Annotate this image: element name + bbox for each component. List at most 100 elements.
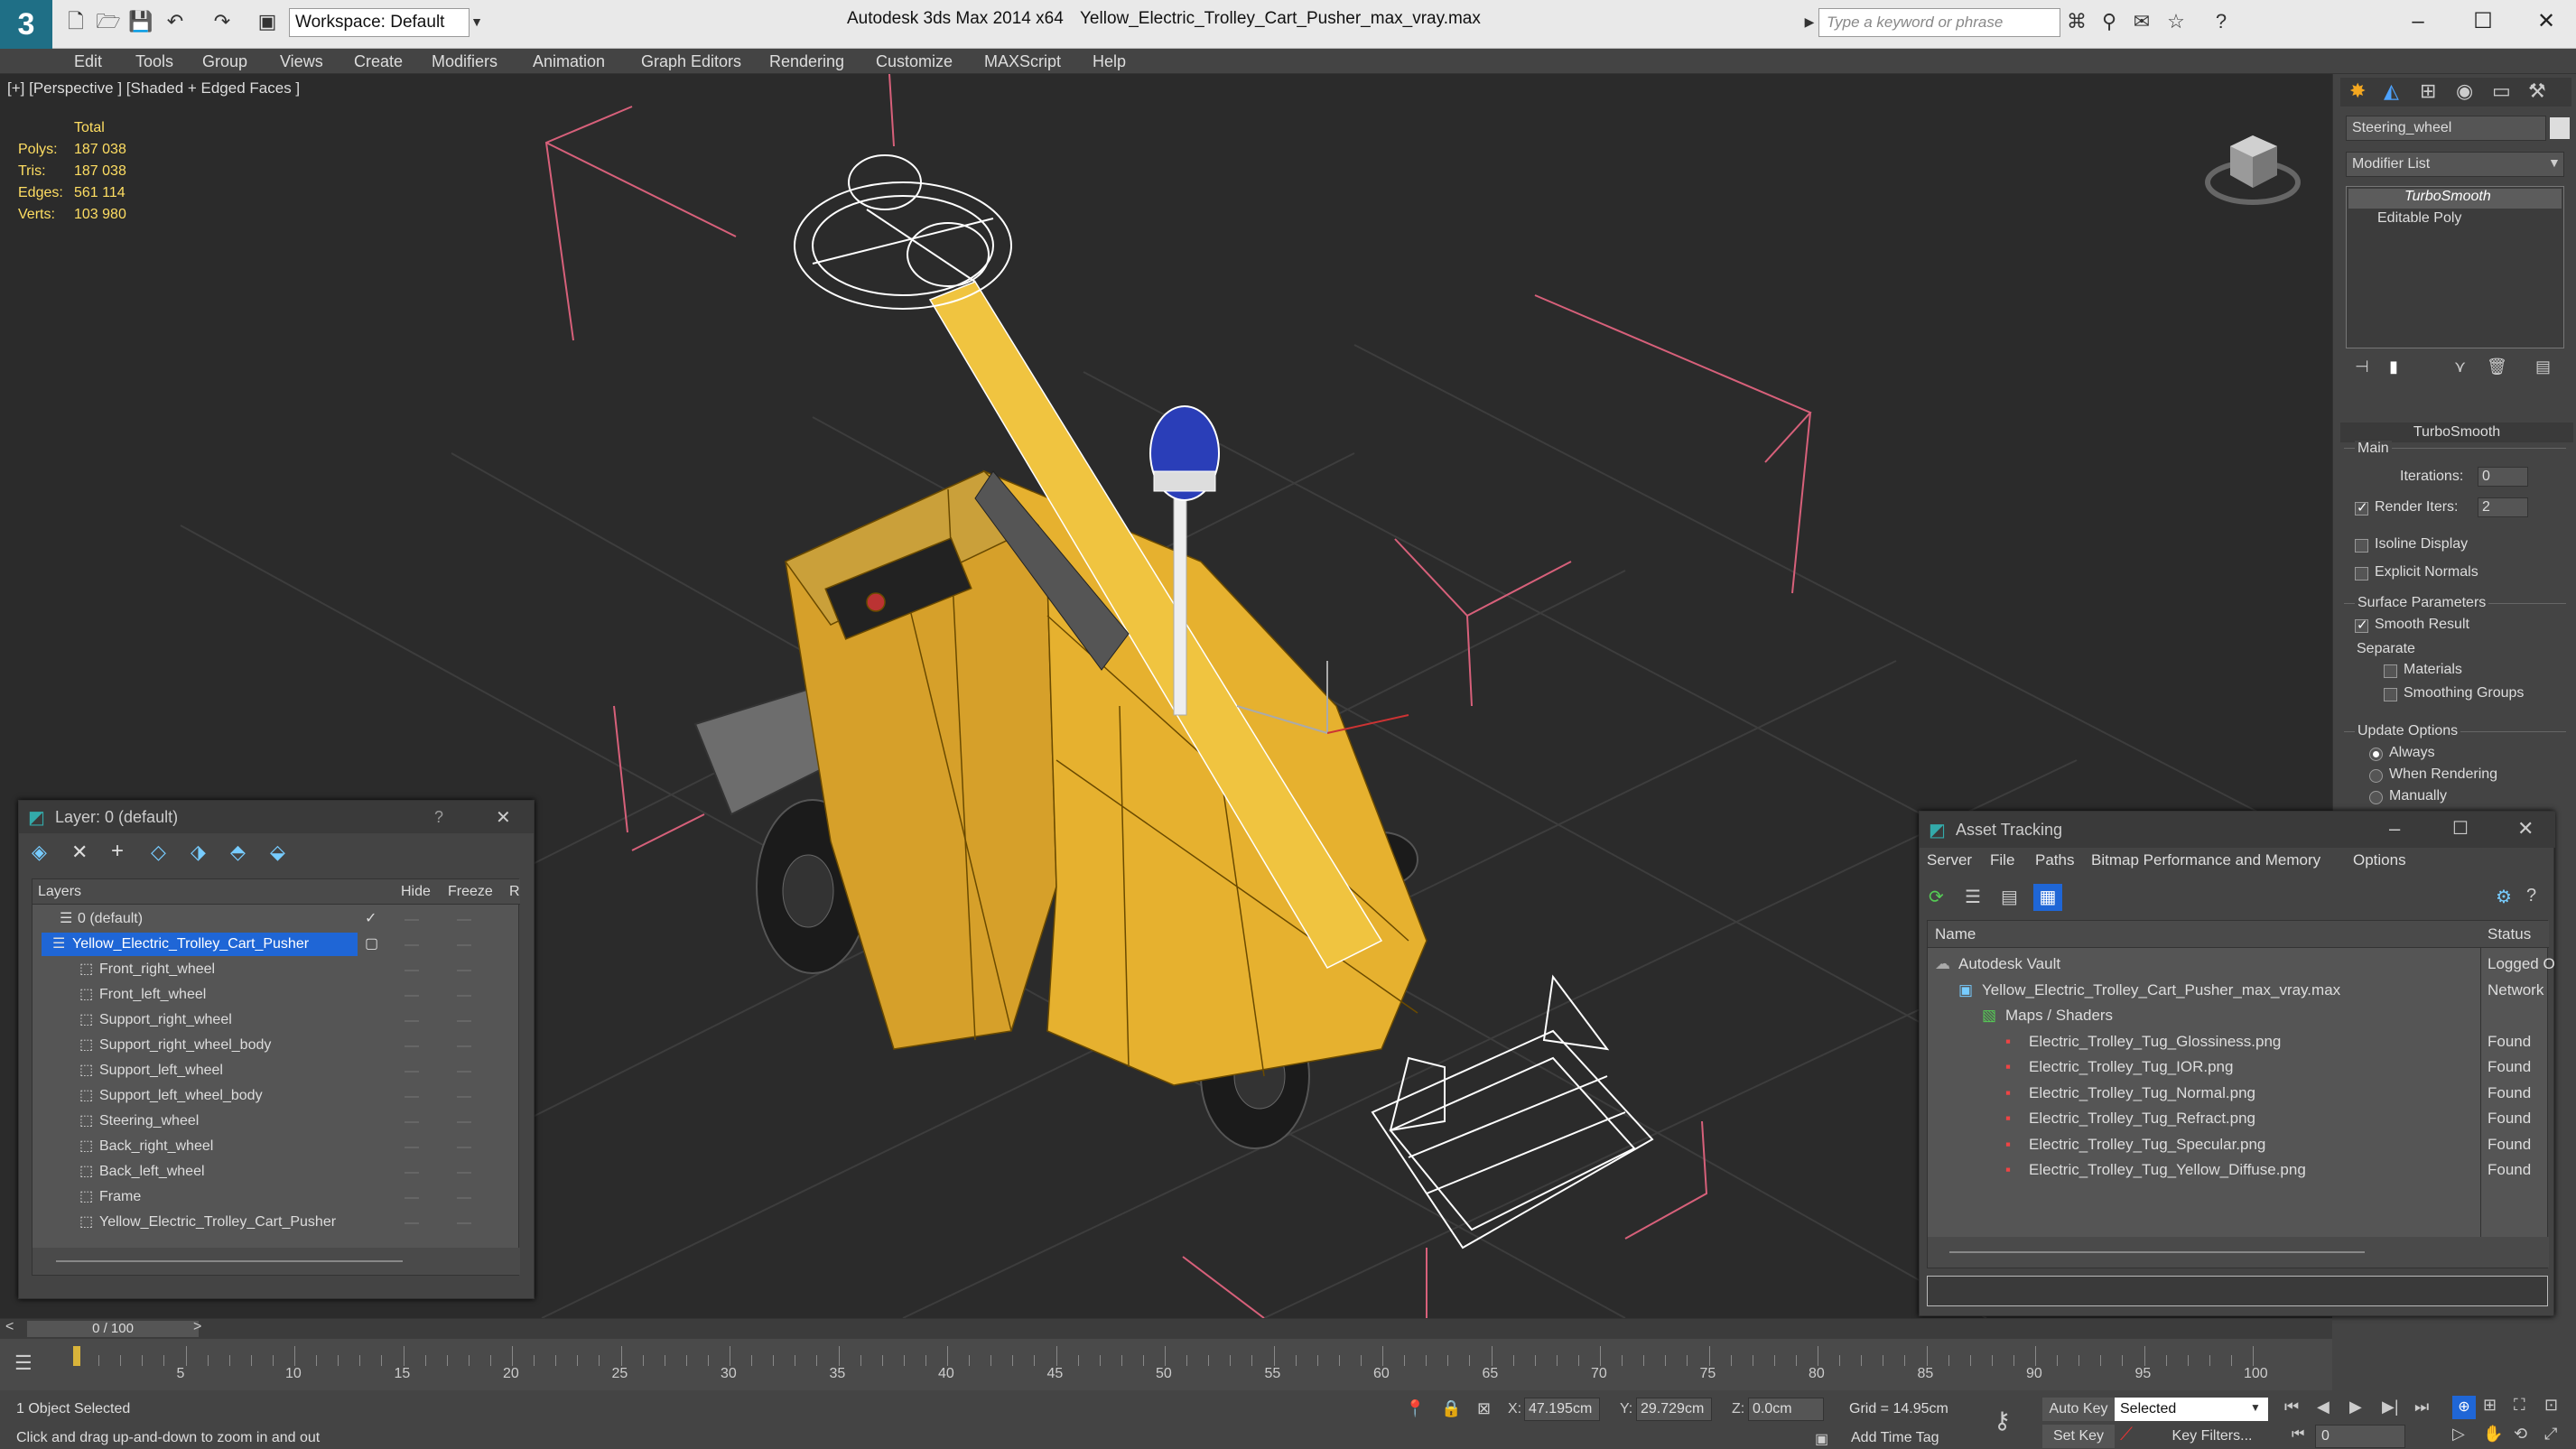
auto-key-button[interactable]: Auto Key [2042, 1398, 2115, 1421]
hierarchy-tab-icon[interactable]: ⊞ [2420, 79, 2436, 103]
list-view-icon[interactable]: ☰ [1965, 886, 1981, 908]
asset-row[interactable]: ▪ Electric_Trolley_Tug_Glossiness.png Foun… [1928, 1029, 2538, 1054]
motion-tab-icon[interactable]: ◉ [2456, 79, 2473, 103]
menu-graph-editors[interactable]: Graph Editors [641, 52, 741, 71]
layer-object-row[interactable]: ⬚ Support_right_wheel_body [33, 1033, 520, 1058]
create-tab-icon[interactable]: ✸ [2349, 79, 2366, 103]
name-column-header[interactable]: Name [1935, 921, 1976, 948]
set-key-icon[interactable]: ⟋ [2120, 1425, 2133, 1445]
maximize-icon[interactable]: ☐ [2452, 817, 2469, 840]
smooth-result-checkbox[interactable] [2355, 617, 2368, 633]
menu-customize[interactable]: Customize [876, 52, 953, 71]
subscription-icon[interactable]: ⚲ [2097, 9, 2122, 34]
asset-menu-paths[interactable]: Paths [2035, 851, 2074, 869]
stack-item-editable-poly[interactable]: Editable Poly [2348, 210, 2562, 230]
workspace-dropdown[interactable]: Workspace: Default [289, 8, 470, 37]
asset-row[interactable]: ▪ Electric_Trolley_Tug_Refract.png Found [1928, 1106, 2538, 1131]
make-unique-icon[interactable]: ⋎ [2454, 358, 2466, 376]
layer-object-row[interactable]: ⬚ Back_right_wheel [33, 1134, 520, 1159]
asset-horizontal-scrollbar[interactable] [1928, 1237, 2549, 1268]
r-column-header[interactable]: R [509, 879, 520, 905]
layer-object-row[interactable]: ⬚ Yellow_Electric_Trolley_Cart_Pusher [33, 1210, 520, 1235]
add-to-layer-icon[interactable]: + [111, 839, 124, 864]
app-logo-icon[interactable]: 3 [0, 0, 52, 49]
add-time-tag-button[interactable]: Add Time Tag [1851, 1430, 1939, 1446]
set-current-box-icon[interactable]: ▢ [365, 932, 378, 957]
layer-row-default[interactable]: ☰ 0 (default) ✓ [33, 906, 520, 932]
layer-object-row[interactable]: ⬚ Frame [33, 1184, 520, 1210]
vault-icon[interactable]: ⚙ [2496, 886, 2512, 908]
display-tab-icon[interactable]: ▭ [2492, 79, 2511, 103]
render-iters-spinner[interactable]: 2 [2478, 497, 2528, 517]
show-end-result-icon[interactable]: ▮ [2389, 358, 2398, 376]
select-objects-icon[interactable]: ◇ [151, 841, 166, 864]
play-icon[interactable]: ▶ [2349, 1398, 2362, 1416]
pan-icon[interactable]: ✋ [2483, 1425, 2503, 1444]
configure-sets-icon[interactable]: ▤ [2535, 358, 2551, 376]
layer-object-row[interactable]: ⬚ Support_left_wheel_body [33, 1083, 520, 1109]
go-to-start-icon[interactable]: ⏮ [2284, 1398, 2299, 1416]
turbosmooth-rollout-header[interactable]: TurboSmooth [2340, 423, 2573, 442]
current-frame-marker[interactable] [73, 1346, 80, 1366]
table-view-icon[interactable]: ▦ [2033, 884, 2062, 911]
freeze-column-header[interactable]: Freeze [448, 879, 493, 905]
minimize-button[interactable]: – [2391, 5, 2445, 38]
asset-menu-server[interactable]: Server [1927, 851, 1972, 869]
selection-lock-icon[interactable]: 🔒 [1441, 1399, 1461, 1418]
key-filters-button[interactable]: Key Filters... [2158, 1425, 2266, 1448]
menu-help[interactable]: Help [1093, 52, 1126, 71]
object-color-swatch[interactable] [2550, 117, 2570, 139]
time-slider-thumb[interactable]: 0 / 100 [27, 1321, 199, 1337]
save-file-icon[interactable]: 💾 [128, 9, 153, 34]
maximize-viewport-icon[interactable]: ⤢ [2544, 1425, 2557, 1444]
menu-group[interactable]: Group [202, 52, 247, 71]
z-coordinate-field[interactable]: 0.0cm [1748, 1398, 1824, 1421]
set-key-button[interactable]: Set Key [2042, 1425, 2115, 1448]
iterations-spinner[interactable]: 0 [2478, 467, 2528, 487]
layer-object-row[interactable]: ⬚ Support_left_wheel [33, 1058, 520, 1083]
close-icon[interactable]: ✕ [496, 806, 511, 829]
render-iters-checkbox[interactable] [2355, 499, 2368, 516]
menu-modifiers[interactable]: Modifiers [432, 52, 498, 71]
time-tag-icon[interactable]: ▣ [1815, 1430, 1828, 1448]
redo-icon[interactable]: ↷ [209, 9, 235, 34]
layer-object-row[interactable]: ⬚ Support_right_wheel [33, 1008, 520, 1033]
menu-edit[interactable]: Edit [74, 52, 102, 71]
previous-frame-icon[interactable]: ◀ [2317, 1398, 2330, 1416]
next-frame-arrow-icon[interactable]: > [193, 1319, 201, 1335]
asset-row[interactable]: ▪ Electric_Trolley_Tug_IOR.png Found [1928, 1054, 2538, 1080]
refresh-icon[interactable]: ⟳ [1929, 886, 1944, 908]
asset-window-titlebar[interactable]: ◩ Asset Tracking – ☐ ✕ [1920, 812, 2555, 848]
open-file-icon[interactable]: 🗁 [96, 9, 121, 34]
time-slider[interactable]: < 0 / 100 > [0, 1319, 2332, 1339]
minimize-icon[interactable]: – [2389, 817, 2400, 841]
manually-radio[interactable] [2369, 791, 2383, 804]
asset-menu-file[interactable]: File [1990, 851, 2014, 869]
binoculars-icon[interactable]: ⌘ [2064, 9, 2089, 34]
x-coordinate-field[interactable]: 47.195cm [1524, 1398, 1600, 1421]
menu-views[interactable]: Views [280, 52, 323, 71]
delete-layer-icon[interactable]: ✕ [71, 841, 88, 864]
key-mode-icon[interactable]: ⏮ [2292, 1426, 2304, 1443]
asset-path-field[interactable] [1927, 1276, 2548, 1306]
stack-item-turbosmooth[interactable]: TurboSmooth [2348, 189, 2562, 209]
object-name-field[interactable]: Steering_wheel [2346, 116, 2546, 141]
layers-column-header[interactable]: Layers [38, 879, 81, 905]
zoom-extents-icon[interactable]: ⛶ [2514, 1396, 2525, 1415]
field-of-view-icon[interactable]: ▷ [2452, 1425, 2465, 1444]
utilities-tab-icon[interactable]: ⚒ [2528, 79, 2546, 103]
asset-row[interactable]: ▪ Electric_Trolley_Tug_Yellow_Diffuse.png… [1928, 1157, 2538, 1183]
prev-frame-arrow-icon[interactable]: < [5, 1319, 14, 1335]
modify-tab-icon[interactable]: ◭ [2384, 79, 2399, 103]
key-selection-dropdown[interactable]: Selected [2115, 1398, 2268, 1421]
viewcube-icon[interactable] [2194, 110, 2311, 209]
menu-rendering[interactable]: Rendering [769, 52, 844, 71]
asset-menu-options[interactable]: Options [2353, 851, 2406, 869]
zoom-extents-all-icon[interactable]: ⊡ [2544, 1396, 2558, 1415]
track-bar[interactable]: 5 10 15 20 25 30 35 40 45 50 55 60 65 70 75 80 85 90 95 100 [0, 1339, 2332, 1393]
go-to-end-icon[interactable]: ⏭ [2414, 1398, 2429, 1416]
status-column-header[interactable]: Status [2488, 921, 2531, 948]
hide-column-header[interactable]: Hide [401, 879, 431, 905]
help-icon[interactable]: ? [2209, 9, 2234, 34]
favorites-star-icon[interactable]: ☆ [2163, 9, 2189, 34]
